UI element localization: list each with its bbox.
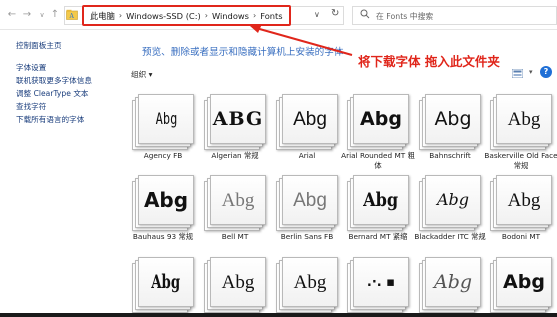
refresh-icon[interactable]: ↻ [331,8,339,19]
font-sample: Abg [155,109,177,128]
font-tile[interactable]: Abg [490,175,552,231]
font-settings-link[interactable]: 字体设置 [16,62,46,73]
font-tile[interactable]: Abg [419,257,481,313]
download-all-fonts-link[interactable]: 下载所有语言的字体 [16,114,84,125]
font-sample: Abg [507,108,541,130]
cleartype-link[interactable]: 调整 ClearType 文本 [16,88,89,99]
font-name: Algerian 常规 [211,151,259,160]
font-sample: Abg [503,270,545,293]
font-name: Bahnschrift [429,151,471,160]
font-name: Bell MT [221,232,249,241]
view-dropdown-icon[interactable]: ▾ [529,68,533,76]
font-tile[interactable]: Abg [132,257,194,313]
font-sample: Abg [507,189,541,211]
control-panel-home-link[interactable]: 控制面板主页 [16,40,62,51]
font-name: Arial Rounded MT 粗体 [341,151,415,170]
font-tile[interactable]: Abg [490,94,552,150]
font-tile[interactable]: Abg [276,257,338,313]
font-sample: Abg [221,271,255,293]
breadcrumb-windows[interactable]: Windows [212,11,249,21]
font-tile[interactable]: Abg [419,94,481,150]
font-name: Baskerville Old Face 常规 [484,151,557,170]
font-tile[interactable]: Abg [204,175,266,231]
recent-dropdown-icon[interactable]: ∨ [36,9,48,21]
svg-text:A: A [69,13,75,20]
help-icon[interactable]: ? [540,66,552,78]
font-sample: ABG [212,107,264,130]
font-name: Arial [298,151,316,160]
font-sample: Abg [221,189,255,211]
font-name: Agency FB [143,151,183,160]
chevron-right-icon[interactable]: › [253,11,256,20]
get-more-fonts-link[interactable]: 联机获取更多字体信息 [16,75,92,86]
font-sample: Abg [293,108,327,130]
organize-menu[interactable]: 组织 ▾ [131,69,152,80]
font-sample: Abg [151,270,181,293]
font-sample: Abg [433,270,473,293]
font-tile[interactable]: Abg [132,94,194,150]
chevron-right-icon[interactable]: › [119,11,122,20]
bottom-edge [0,313,557,317]
address-dropdown-icon[interactable]: ∨ [314,10,320,19]
up-icon[interactable]: ↑ [49,9,61,21]
back-icon[interactable]: ← [6,9,18,21]
font-sample: Abg [436,190,470,209]
breadcrumb-this-pc[interactable]: 此电脑 [90,10,115,22]
font-tile[interactable]: ABG [204,94,266,150]
font-tile[interactable]: Abg [490,257,552,313]
font-tile[interactable]: Abg [347,94,409,150]
font-tile[interactable]: Abg [132,175,194,231]
font-name: Bodoni MT [501,232,541,241]
font-sample: Abg [293,271,327,293]
forward-icon[interactable]: → [21,9,33,21]
chevron-right-icon[interactable]: › [205,11,208,20]
breadcrumb-fonts[interactable]: Fonts [260,11,282,21]
font-name: Berlin Sans FB [280,232,334,241]
font-tile[interactable]: Abg [276,94,338,150]
search-placeholder: 在 Fonts 中搜索 [376,12,434,21]
find-character-link[interactable]: 查找字符 [16,101,46,112]
font-tile[interactable]: Abg [347,175,409,231]
page-description: 预览、删除或者显示和隐藏计算机上安装的字体 [142,47,344,58]
font-sample: Abg [143,188,189,212]
font-sample: Abg [293,189,327,211]
font-name: Blackadder ITC 常规 [414,232,486,241]
font-sample: Abg [360,107,402,130]
fonts-folder-icon: A [66,9,78,20]
font-tile[interactable]: Abg [276,175,338,231]
font-tile[interactable]: .·. ▪ [347,257,409,313]
font-sample: .·. ▪ [366,274,396,290]
font-tile[interactable]: Abg [204,257,266,313]
font-sample: Abg [363,188,399,211]
font-name: Bernard MT 紧缩 [348,232,408,241]
left-pane [0,31,122,317]
font-tile[interactable]: Abg [419,175,481,231]
font-sample: Abg [434,107,472,130]
command-bar [122,64,557,80]
view-options-icon[interactable] [512,69,523,78]
breadcrumb: 此电脑 › Windows-SSD (C:) › Windows › Fonts [82,5,291,26]
font-name: Bauhaus 93 常规 [132,232,194,241]
breadcrumb-drive[interactable]: Windows-SSD (C:) [126,11,201,21]
search-icon [360,9,370,19]
